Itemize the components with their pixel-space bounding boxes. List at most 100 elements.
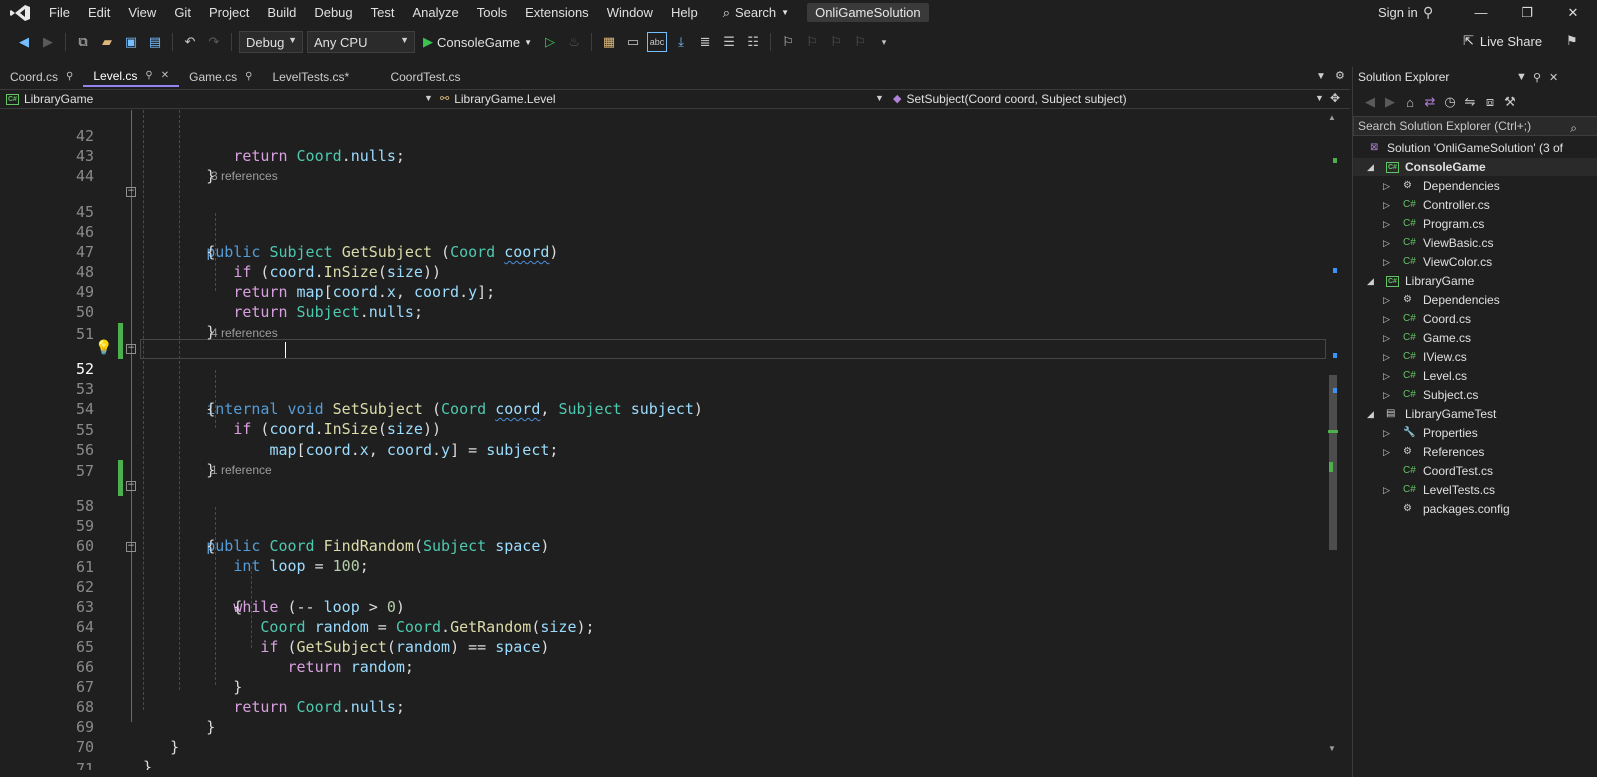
split-editor-icon[interactable]: ✥ [1330,91,1340,105]
pin-icon[interactable]: ⚲ [66,67,73,87]
tab-game-cs[interactable]: Game.cs ⚲ [179,67,262,87]
menu-test[interactable]: Test [362,0,404,25]
tree-node-librarygame[interactable]: ◢ C# LibraryGame [1353,272,1597,290]
collapsed-icon[interactable]: ▷ [1383,367,1390,385]
tab-coord-cs[interactable]: Coord.cs ⚲ [0,67,83,87]
account-icon[interactable]: ⚲ [1423,4,1433,21]
menu-build[interactable]: Build [258,0,305,25]
tab-list-dropdown-icon[interactable]: ▼ [1316,71,1326,82]
tree-node-game-cs[interactable]: ▷ C# Game.cs [1353,329,1597,347]
collapsed-icon[interactable]: ▷ [1383,291,1390,309]
collapsed-icon[interactable]: ▷ [1383,329,1390,347]
collapsed-icon[interactable]: ▷ [1383,481,1390,499]
collapsed-icon[interactable]: ▷ [1383,215,1390,233]
live-share-button[interactable]: ⇱ Live Share [1463,33,1542,49]
menu-git[interactable]: Git [165,0,200,25]
tab-level-cs[interactable]: Level.cs ⚲ ✕ [83,66,180,87]
visual-studio-logo-icon[interactable] [0,0,40,25]
menu-extensions[interactable]: Extensions [516,0,598,25]
tree-node-coord-cs[interactable]: ▷ C# Coord.cs [1353,310,1597,328]
toolbar-options-icon[interactable]: ▾ [874,32,894,52]
navigate-forward-icon[interactable]: ▶ [38,32,58,52]
type-dropdown[interactable]: ⚯ LibraryGame.Level [440,90,882,109]
sync-icon[interactable]: ⇋ [1463,92,1477,112]
tree-node-references[interactable]: ▷ ⚙ References [1353,443,1597,461]
tree-node-consolegame[interactable]: ◢ C# ConsoleGame [1353,158,1597,176]
properties-icon[interactable]: ⚒ [1503,92,1517,112]
redo-icon[interactable]: ↷ [204,32,224,52]
new-project-icon[interactable]: ⧉ [73,32,93,52]
sign-in-link[interactable]: Sign in [1378,0,1418,25]
platform-dropdown[interactable]: Any CPU ▼ [307,31,415,53]
menu-analyze[interactable]: Analyze [403,0,467,25]
menu-debug[interactable]: Debug [305,0,361,25]
close-tab-icon[interactable]: ✕ [161,66,169,86]
clear-bookmarks-icon[interactable]: ⚐ [850,32,870,52]
menu-edit[interactable]: Edit [79,0,119,25]
tree-node-iview-cs[interactable]: ▷ C# IView.cs [1353,348,1597,366]
menu-view[interactable]: View [119,0,165,25]
tree-node-subject-cs[interactable]: ▷ C# Subject.cs [1353,386,1597,404]
collapsed-icon[interactable]: ▷ [1383,443,1390,461]
open-folder-icon[interactable]: ▰ [97,32,117,52]
solution-folder-icon[interactable]: ▦ [599,32,619,52]
scroll-down-icon[interactable]: ▼ [1328,744,1336,753]
pin-icon[interactable]: ⚲ [1533,71,1541,84]
menu-project[interactable]: Project [200,0,258,25]
tree-node-viewcolor-cs[interactable]: ▷ C# ViewColor.cs [1353,253,1597,271]
menu-tools[interactable]: Tools [468,0,516,25]
collapsed-icon[interactable]: ▷ [1383,196,1390,214]
collapsed-icon[interactable]: ▷ [1383,424,1390,442]
hot-reload-icon[interactable]: ♨ [564,32,584,52]
save-icon[interactable]: ▣ [121,32,141,52]
collapsed-icon[interactable]: ▷ [1383,234,1390,252]
project-dropdown[interactable]: C# LibraryGame [6,90,434,109]
collapsed-icon[interactable]: ▷ [1383,310,1390,328]
scroll-up-icon[interactable]: ▲ [1328,113,1336,122]
pin-icon[interactable]: ⚲ [245,67,252,87]
expanded-icon[interactable]: ◢ [1367,405,1374,423]
feedback-icon[interactable]: ⚑ [1566,33,1578,49]
close-icon[interactable]: ✕ [1549,71,1558,84]
close-window-button[interactable]: ✕ [1550,0,1596,25]
layout-icon[interactable]: ▭ [623,32,643,52]
member-dropdown[interactable]: ◆ SetSubject(Coord coord, Subject subjec… [893,90,1313,109]
maximize-button[interactable]: ❐ [1504,0,1550,25]
switch-views-icon[interactable]: ⇄ [1423,92,1437,112]
collapsed-icon[interactable]: ▷ [1383,177,1390,195]
history-icon[interactable]: ◷ [1443,92,1457,112]
save-all-icon[interactable]: ▤ [145,32,165,52]
tree-node-coordtest-cs[interactable]: C# CoordTest.cs [1353,462,1597,480]
menu-help[interactable]: Help [662,0,707,25]
collapse-icon[interactable]: − [126,481,136,491]
tree-node-packages-config[interactable]: ⚙ packages.config [1353,500,1597,518]
tab-coordtest-cs[interactable]: CoordTest.cs [380,67,490,87]
previous-bookmark-icon[interactable]: ⚐ [802,32,822,52]
tab-leveltests-cs[interactable]: LevelTests.cs* [262,67,380,87]
collapse-icon[interactable]: − [126,344,136,354]
chevron-down-icon[interactable]: ▼ [1315,93,1324,103]
expanded-icon[interactable]: ◢ [1367,158,1374,176]
format-icon[interactable]: ≣ [695,32,715,52]
forward-icon[interactable]: ▶ [1383,92,1397,112]
tree-node-dependencies[interactable]: ▷ ⚙ Dependencies [1353,291,1597,309]
tree-node-viewbasic-cs[interactable]: ▷ C# ViewBasic.cs [1353,234,1597,252]
chevron-down-icon[interactable]: ▼ [1516,71,1527,83]
tree-node-controller-cs[interactable]: ▷ C# Controller.cs [1353,196,1597,214]
tree-node-librarygametest[interactable]: ◢ ▤ LibraryGameTest [1353,405,1597,423]
undo-icon[interactable]: ↶ [180,32,200,52]
collapsed-icon[interactable]: ▷ [1383,348,1390,366]
solution-explorer-search-input[interactable]: Search Solution Explorer (Ctrl+;) ⌕ [1353,116,1597,136]
start-debugging-button[interactable]: ▶ ConsoleGame ▼ [419,34,536,50]
menu-file[interactable]: File [40,0,79,25]
menu-window[interactable]: Window [598,0,662,25]
code-editor[interactable]: 💡 42 return Coord.nulls; 43 } 44 3 refer… [0,110,1337,770]
tree-node-level-cs[interactable]: ▷ C# Level.cs [1353,367,1597,385]
minimize-button[interactable]: — [1458,0,1504,25]
editor-vertical-scrollbar[interactable]: ▲ ▼ [1326,110,1338,756]
configuration-dropdown[interactable]: Debug ▼ [239,31,303,53]
collapsed-icon[interactable]: ▷ [1383,386,1390,404]
tree-node-leveltests-cs[interactable]: ▷ C# LevelTests.cs [1353,481,1597,499]
collapse-all-icon[interactable]: ⧈ [1483,92,1497,112]
back-icon[interactable]: ◀ [1363,92,1377,112]
